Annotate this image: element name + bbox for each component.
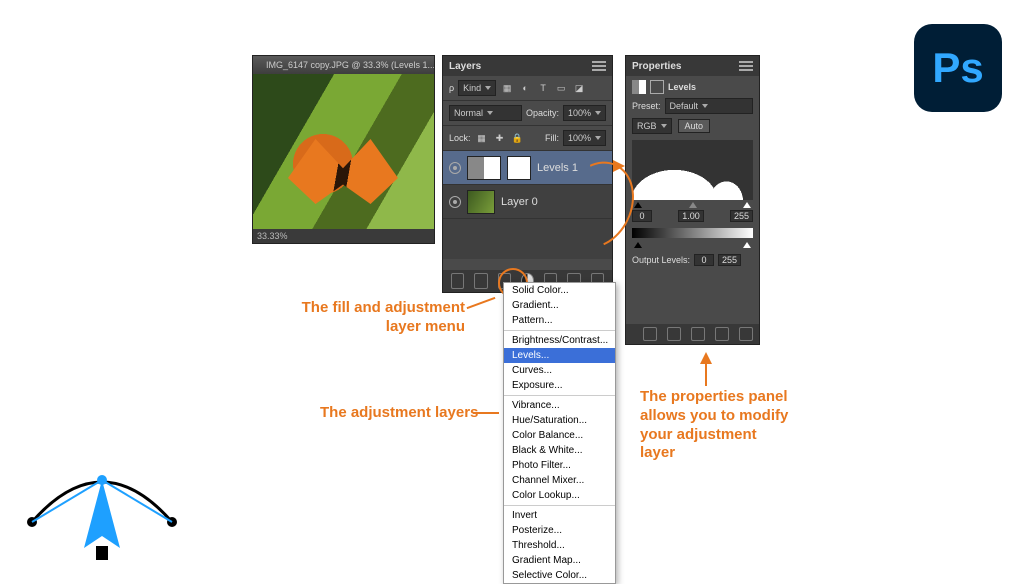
menu-item[interactable]: Invert	[504, 508, 615, 523]
channel-dropdown[interactable]: RGB	[632, 118, 672, 134]
menu-item[interactable]: Channel Mixer...	[504, 473, 615, 488]
mask-type-icon	[650, 80, 664, 94]
properties-panel: Properties Levels Preset: Default RGB Au…	[625, 55, 760, 345]
menu-item[interactable]: Gradient Map...	[504, 553, 615, 568]
white-point-slider[interactable]	[743, 202, 751, 208]
props-header: Properties	[626, 56, 759, 76]
lock-all-icon[interactable]: 🔒	[511, 131, 525, 145]
link-layers-icon[interactable]	[451, 273, 464, 289]
pen-tool-icon	[22, 452, 182, 562]
props-footer	[626, 324, 759, 344]
fx-icon[interactable]	[474, 273, 487, 289]
doc-titlebar[interactable]: IMG_6147 copy.JPG @ 33.3% (Levels 1...	[253, 56, 434, 74]
blend-row: Normal Opacity: 100%	[443, 101, 612, 126]
doc-footer: 33.33%	[253, 229, 434, 243]
photoshop-logo: Ps	[914, 24, 1002, 112]
menu-item[interactable]: Levels...	[504, 348, 615, 363]
fill-label: Fill:	[545, 133, 559, 143]
lock-row: Lock: ▦ ✚ 🔒 Fill: 100%	[443, 126, 612, 151]
document-canvas[interactable]	[253, 74, 434, 229]
input-white-field[interactable]: 255	[730, 210, 753, 222]
output-white-slider[interactable]	[743, 242, 751, 248]
preset-label: Preset:	[632, 101, 661, 111]
layer-name[interactable]: Layer 0	[501, 196, 538, 208]
auto-button[interactable]: Auto	[678, 119, 711, 133]
zoom-level[interactable]: 33.33%	[257, 231, 288, 241]
clip-icon[interactable]	[643, 327, 657, 341]
menu-item[interactable]: Hue/Saturation...	[504, 413, 615, 428]
filter-smart-icon[interactable]: ◪	[572, 81, 586, 95]
input-mid-field[interactable]: 1.00	[678, 210, 704, 222]
black-point-slider[interactable]	[634, 202, 642, 208]
output-white-field[interactable]: 255	[718, 254, 741, 266]
annotation-props: The properties panel allows you to modif…	[640, 388, 795, 463]
butterfly-image	[288, 139, 398, 204]
lock-label: Lock:	[449, 133, 471, 143]
layers-panel-header: Layers	[443, 56, 612, 76]
preset-dropdown[interactable]: Default	[665, 98, 753, 114]
menu-item[interactable]: Exposure...	[504, 378, 615, 393]
menu-item[interactable]: Photo Filter...	[504, 458, 615, 473]
menu-item[interactable]: Gradient...	[504, 298, 615, 313]
menu-item[interactable]: Pattern...	[504, 313, 615, 328]
adj-thumb-icon[interactable]	[467, 156, 501, 180]
adj-type-label: Levels	[668, 82, 696, 92]
opacity-input[interactable]: 100%	[563, 105, 606, 121]
menu-item[interactable]: Color Lookup...	[504, 488, 615, 503]
lock-pixels-icon[interactable]: ▦	[475, 131, 489, 145]
annotation-fill-adj: The fill and adjustment layer menu	[275, 299, 465, 337]
arrow-line	[467, 297, 496, 309]
menu-item[interactable]: Brightness/Contrast...	[504, 333, 615, 348]
props-title: Properties	[632, 61, 681, 72]
doc-title: IMG_6147 copy.JPG @ 33.3% (Levels 1...	[266, 60, 434, 70]
output-label: Output Levels:	[632, 255, 690, 265]
filter-shape-icon[interactable]: ▭	[554, 81, 568, 95]
filter-adj-icon[interactable]: ◐	[518, 81, 532, 95]
arrow-icon	[700, 352, 712, 364]
lock-position-icon[interactable]: ✚	[493, 131, 507, 145]
arrow-line	[473, 412, 499, 414]
menu-item[interactable]: Color Balance...	[504, 428, 615, 443]
filter-type-icon[interactable]: T	[536, 81, 550, 95]
menu-item[interactable]: Vibrance...	[504, 398, 615, 413]
toggle-vis-icon[interactable]	[715, 327, 729, 341]
output-black-slider[interactable]	[634, 242, 642, 248]
annotation-adj-layers: The adjustment layers	[320, 404, 478, 423]
menu-item[interactable]: Black & White...	[504, 443, 615, 458]
menu-item[interactable]: Curves...	[504, 363, 615, 378]
mid-point-slider[interactable]	[689, 202, 697, 208]
layer-filter-row: ρ Kind ▦ ◐ T ▭ ◪	[443, 76, 612, 101]
document-window: IMG_6147 copy.JPG @ 33.3% (Levels 1... 3…	[252, 55, 435, 244]
opacity-label: Opacity:	[526, 108, 559, 118]
visibility-icon[interactable]	[449, 162, 461, 174]
arrow-line	[705, 364, 707, 386]
menu-item[interactable]: Posterize...	[504, 523, 615, 538]
filter-pixel-icon[interactable]: ▦	[500, 81, 514, 95]
menu-item[interactable]: Solid Color...	[504, 283, 615, 298]
output-gradient[interactable]	[632, 228, 753, 238]
adjustment-layer-menu[interactable]: Solid Color...Gradient...Pattern... Brigh…	[503, 282, 616, 584]
menu-item[interactable]: Threshold...	[504, 538, 615, 553]
visibility-icon[interactable]	[449, 196, 461, 208]
panel-menu-icon[interactable]	[592, 61, 606, 71]
layer-name[interactable]: Levels 1	[537, 162, 578, 174]
layers-panel-title: Layers	[449, 61, 481, 72]
trash-icon[interactable]	[739, 327, 753, 341]
input-black-field[interactable]: 0	[632, 210, 652, 222]
mask-icon[interactable]	[507, 156, 531, 180]
reset-icon[interactable]	[691, 327, 705, 341]
blend-mode-dropdown[interactable]: Normal	[449, 105, 522, 121]
filter-kind-dropdown[interactable]: Kind	[458, 80, 496, 96]
adj-type-icon	[632, 80, 646, 94]
output-black-field[interactable]: 0	[694, 254, 714, 266]
fill-input[interactable]: 100%	[563, 130, 606, 146]
image-thumb-icon[interactable]	[467, 190, 495, 214]
view-prev-icon[interactable]	[667, 327, 681, 341]
panel-menu-icon[interactable]	[739, 61, 753, 71]
histogram[interactable]	[632, 140, 753, 200]
